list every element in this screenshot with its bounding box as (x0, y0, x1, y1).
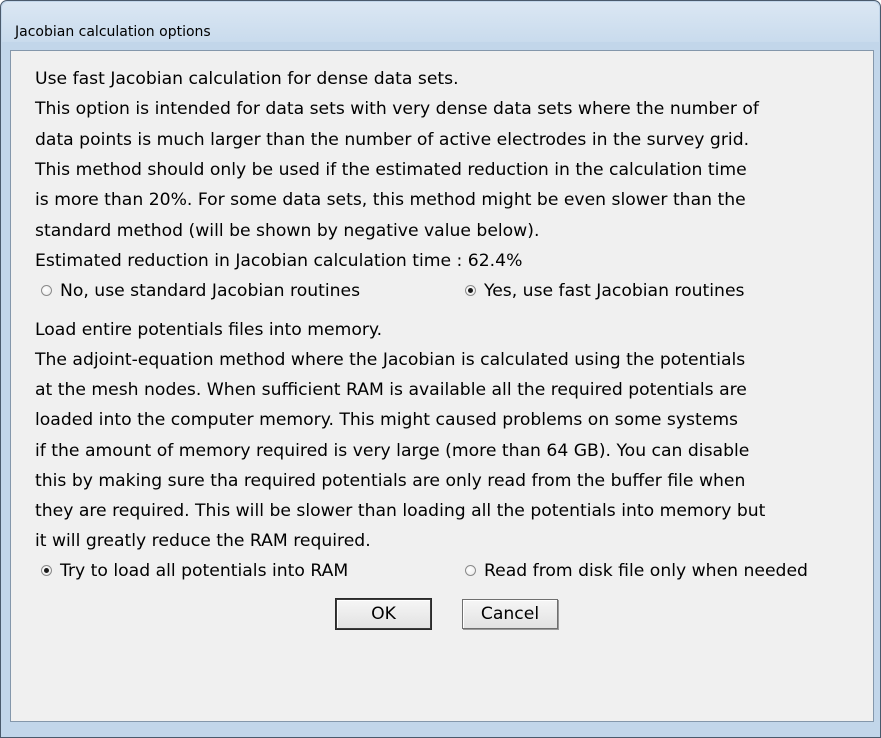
load-potentials-description-line: if the amount of memory required is very… (35, 441, 750, 461)
ok-button[interactable]: OK (335, 598, 432, 630)
load-potentials-description-line: they are required. This will be slower t… (35, 501, 766, 521)
radio-unselected-icon (465, 565, 476, 576)
window-title: Jacobian calculation options (15, 24, 211, 40)
load-ram-radio[interactable]: Try to load all potentials into RAM (41, 559, 421, 583)
load-potentials-description-line: this by making sure tha required potenti… (35, 471, 746, 491)
title-bar[interactable]: Jacobian calculation options (2, 2, 879, 42)
standard-jacobian-radio[interactable]: No, use standard Jacobian routines (41, 279, 421, 303)
fast-jacobian-description-line: is more than 20%. For some data sets, th… (35, 190, 746, 210)
load-potentials-description-line: it will greatly reduce the RAM required. (35, 531, 371, 551)
radio-selected-icon (465, 285, 476, 296)
cancel-button[interactable]: Cancel (462, 599, 558, 629)
fast-jacobian-description-line: data points is much larger than the numb… (35, 130, 750, 150)
estimated-reduction-text: Estimated reduction in Jacobian calculat… (35, 251, 523, 271)
fast-jacobian-label: Yes, use fast Jacobian routines (484, 281, 745, 301)
radio-selected-icon (41, 565, 52, 576)
load-potentials-heading: Load entire potentials files into memory… (35, 320, 383, 340)
read-disk-label: Read from disk file only when needed (484, 561, 808, 581)
fast-jacobian-description-line: This method should only be used if the e… (35, 160, 747, 180)
fast-jacobian-heading: Use fast Jacobian calculation for dense … (35, 69, 459, 89)
standard-jacobian-label: No, use standard Jacobian routines (60, 281, 361, 301)
read-disk-radio[interactable]: Read from disk file only when needed (465, 559, 865, 583)
load-ram-label: Try to load all potentials into RAM (60, 561, 349, 581)
load-potentials-description-line: The adjoint-equation method where the Ja… (35, 350, 746, 370)
fast-jacobian-description-line: This option is intended for data sets wi… (35, 99, 759, 119)
dialog-body: Use fast Jacobian calculation for dense … (10, 50, 874, 722)
fast-jacobian-radio[interactable]: Yes, use fast Jacobian routines (465, 279, 805, 303)
load-potentials-description-line: at the mesh nodes. When sufficient RAM i… (35, 380, 747, 400)
fast-jacobian-description-line: standard method (will be shown by negati… (35, 221, 540, 241)
load-potentials-description-line: loaded into the computer memory. This mi… (35, 410, 739, 430)
radio-unselected-icon (41, 285, 52, 296)
dialog-window: Jacobian calculation options Use fast Ja… (0, 0, 881, 738)
